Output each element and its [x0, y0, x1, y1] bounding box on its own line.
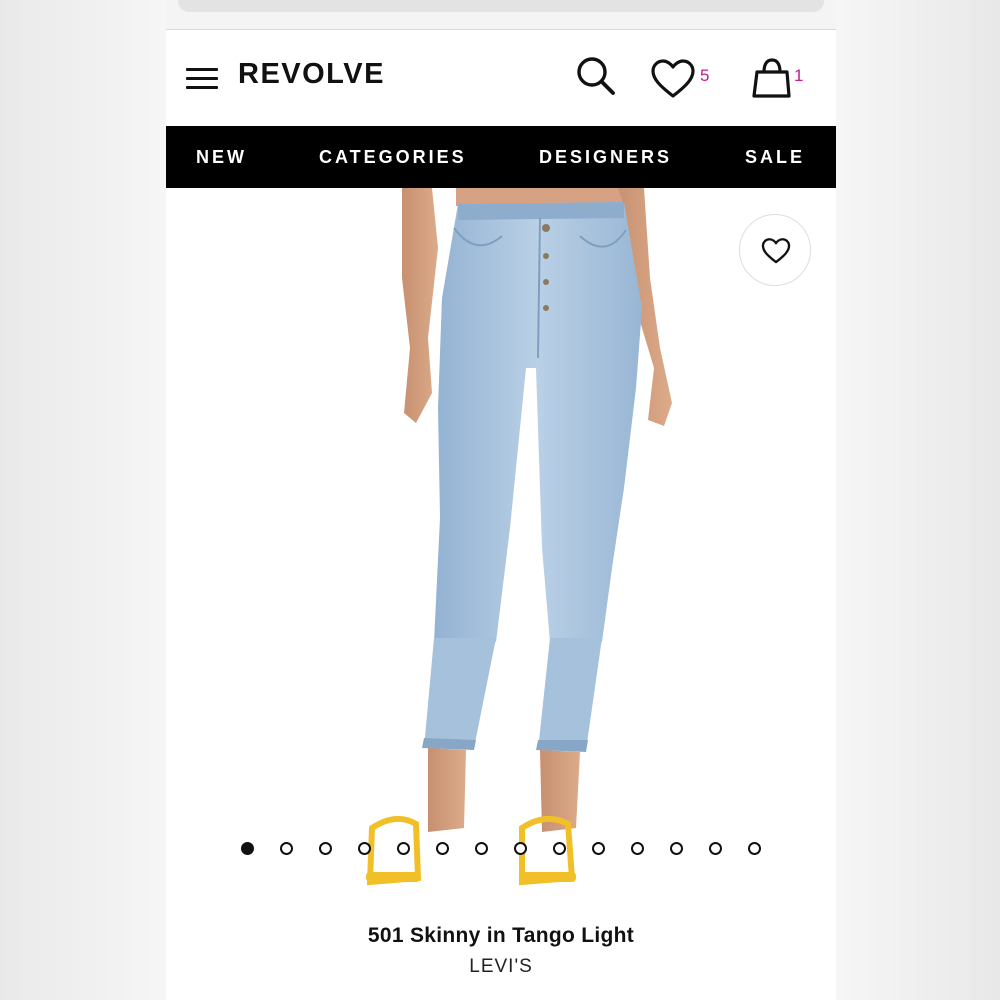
product-photo	[366, 188, 672, 886]
carousel-dot[interactable]	[709, 842, 722, 855]
carousel-dot[interactable]	[592, 842, 605, 855]
carousel-dot[interactable]	[670, 842, 683, 855]
carousel-dot[interactable]	[748, 842, 761, 855]
carousel-dot[interactable]	[631, 842, 644, 855]
carousel-dot[interactable]	[280, 842, 293, 855]
heart-outline-icon	[761, 238, 791, 264]
carousel-dot[interactable]	[475, 842, 488, 855]
product-title[interactable]: 501 Skinny in Tango Light	[166, 924, 836, 948]
nav-item-designers[interactable]: DESIGNERS	[539, 147, 672, 168]
carousel-dot[interactable]	[514, 842, 527, 855]
product-image-carousel[interactable]	[166, 188, 836, 908]
site-header: REVOLVE 5 1	[166, 30, 836, 126]
product-brand[interactable]: LEVI'S	[166, 956, 836, 978]
wishlist-heart-icon[interactable]	[650, 58, 696, 100]
carousel-dot[interactable]	[319, 842, 332, 855]
carousel-dot[interactable]	[436, 842, 449, 855]
shopping-bag-icon[interactable]	[750, 56, 794, 100]
carousel-dot[interactable]	[241, 842, 254, 855]
browser-toolbar	[166, 0, 836, 30]
bag-count-badge: 1	[794, 66, 804, 85]
carousel-dot[interactable]	[553, 842, 566, 855]
carousel-pagination	[166, 842, 836, 858]
mobile-screen: REVOLVE 5 1 NEW CATEGORIES DESIGNERS SAL…	[166, 0, 836, 1000]
wishlist-count-badge: 5	[700, 66, 710, 85]
nav-item-new[interactable]: NEW	[196, 147, 247, 168]
site-logo[interactable]: REVOLVE	[238, 58, 385, 91]
background-right	[836, 0, 1000, 1000]
background-left	[0, 0, 166, 1000]
carousel-dot[interactable]	[397, 842, 410, 855]
nav-item-sale[interactable]: SALE	[745, 147, 805, 168]
category-nav-bar: NEW CATEGORIES DESIGNERS SALE	[166, 126, 836, 188]
search-icon[interactable]	[574, 54, 618, 98]
hamburger-menu-icon[interactable]	[186, 68, 220, 90]
carousel-dot[interactable]	[358, 842, 371, 855]
add-to-wishlist-button[interactable]	[739, 214, 811, 286]
nav-item-categories[interactable]: CATEGORIES	[319, 147, 467, 168]
address-bar[interactable]	[178, 0, 824, 12]
